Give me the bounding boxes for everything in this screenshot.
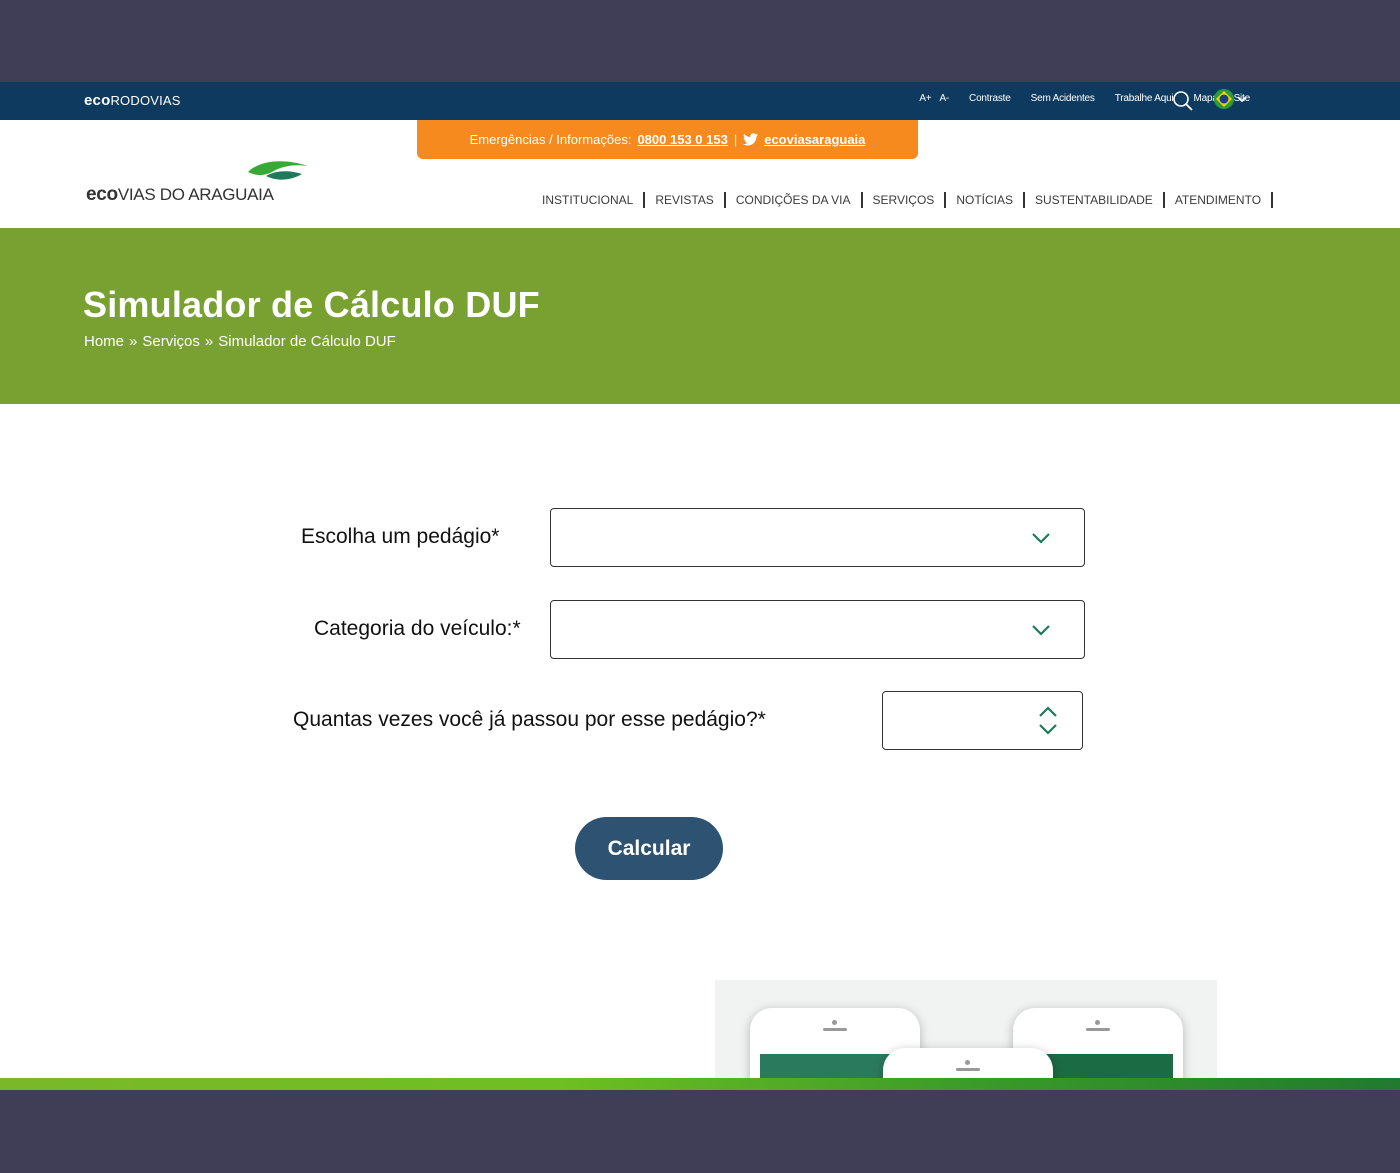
calculate-button[interactable]: Calcular (575, 817, 723, 880)
hero-banner: Simulador de Cálculo DUF Home » Serviços… (0, 228, 1400, 404)
contrast-link[interactable]: Contraste (969, 93, 1011, 104)
phone-speaker (956, 1068, 980, 1071)
brand-rest: RODOVIAS (110, 93, 181, 108)
font-decrease-button[interactable]: A- (939, 93, 949, 104)
nav-servicos[interactable]: SERVIÇOS (863, 192, 947, 208)
breadcrumb-current: Simulador de Cálculo DUF (218, 333, 396, 350)
breadcrumb-servicos[interactable]: Serviços (142, 333, 200, 350)
nav-condicoes-da-via[interactable]: CONDIÇÕES DA VIA (726, 192, 863, 208)
trabalhe-aqui-link[interactable]: Trabalhe Aqui (1115, 93, 1174, 104)
main-nav: INSTITUCIONAL REVISTAS CONDIÇÕES DA VIA … (542, 192, 1274, 208)
brazil-flag-icon (1214, 89, 1234, 109)
logo-bold: eco (86, 184, 118, 205)
phone-camera (1095, 1020, 1100, 1025)
pass-count-label: Quantas vezes você já passou por esse pe… (293, 708, 766, 731)
leaf-logo-icon (248, 161, 308, 180)
chevron-down-icon (1237, 96, 1247, 103)
ecorodovias-link[interactable]: ecoRODOVIAS (84, 92, 181, 109)
page-title: Simulador de Cálculo DUF (83, 284, 540, 325)
emergency-label: Emergências / Informações: (469, 132, 632, 147)
nav-noticias[interactable]: NOTÍCIAS (946, 192, 1025, 208)
vehicle-category-select[interactable] (550, 600, 1085, 659)
site-header: Emergências / Informações: 0800 153 0 15… (0, 120, 1400, 228)
chevron-down-icon (1032, 533, 1050, 544)
chevron-up-icon[interactable] (1038, 706, 1058, 718)
toll-label: Escolha um pedágio* (301, 525, 500, 548)
brand-bold: eco (84, 92, 111, 109)
nav-atendimento[interactable]: ATENDIMENTO (1165, 192, 1274, 208)
toll-select[interactable] (550, 508, 1085, 567)
utility-bar: ecoRODOVIAS A+ A- Contraste Sem Acidente… (0, 82, 1400, 120)
utility-links: A+ A- Contraste Sem Acidentes Trabalhe A… (919, 93, 1250, 104)
nav-revistas[interactable]: REVISTAS (645, 192, 726, 208)
phone-camera (832, 1020, 837, 1025)
sem-acidentes-link[interactable]: Sem Acidentes (1031, 93, 1095, 104)
ecovias-logo[interactable]: ecoVIAS DO ARAGUAIA (86, 158, 316, 208)
app-promo-image (715, 980, 1217, 1090)
language-selector[interactable] (1213, 88, 1249, 110)
phone-camera (965, 1060, 970, 1065)
footer-green-strip (0, 1078, 1400, 1090)
phone-speaker (823, 1028, 847, 1031)
nav-sustentabilidade[interactable]: SUSTENTABILIDADE (1025, 192, 1165, 208)
search-icon[interactable] (1172, 90, 1194, 112)
pass-count-stepper[interactable] (882, 691, 1083, 750)
chevron-down-icon[interactable] (1038, 723, 1058, 735)
font-increase-button[interactable]: A+ (919, 93, 931, 104)
category-label: Categoria do veículo:* (314, 617, 521, 640)
breadcrumb-home[interactable]: Home (84, 333, 124, 350)
breadcrumb-separator: » (204, 333, 214, 350)
breadcrumb: Home » Serviços » Simulador de Cálculo D… (84, 333, 396, 350)
chevron-down-icon (1032, 625, 1050, 636)
nav-institucional[interactable]: INSTITUCIONAL (542, 192, 646, 208)
twitter-icon (743, 133, 759, 146)
phone-speaker (1086, 1028, 1110, 1031)
emergency-phone-link[interactable]: 0800 153 0 153 (637, 132, 727, 147)
breadcrumb-separator: » (129, 333, 138, 350)
page: ecoRODOVIAS A+ A- Contraste Sem Acidente… (0, 82, 1400, 1090)
twitter-link[interactable]: ecoviasaraguaia (764, 132, 865, 147)
emergency-banner: Emergências / Informações: 0800 153 0 15… (417, 120, 918, 159)
separator: | (733, 132, 738, 147)
